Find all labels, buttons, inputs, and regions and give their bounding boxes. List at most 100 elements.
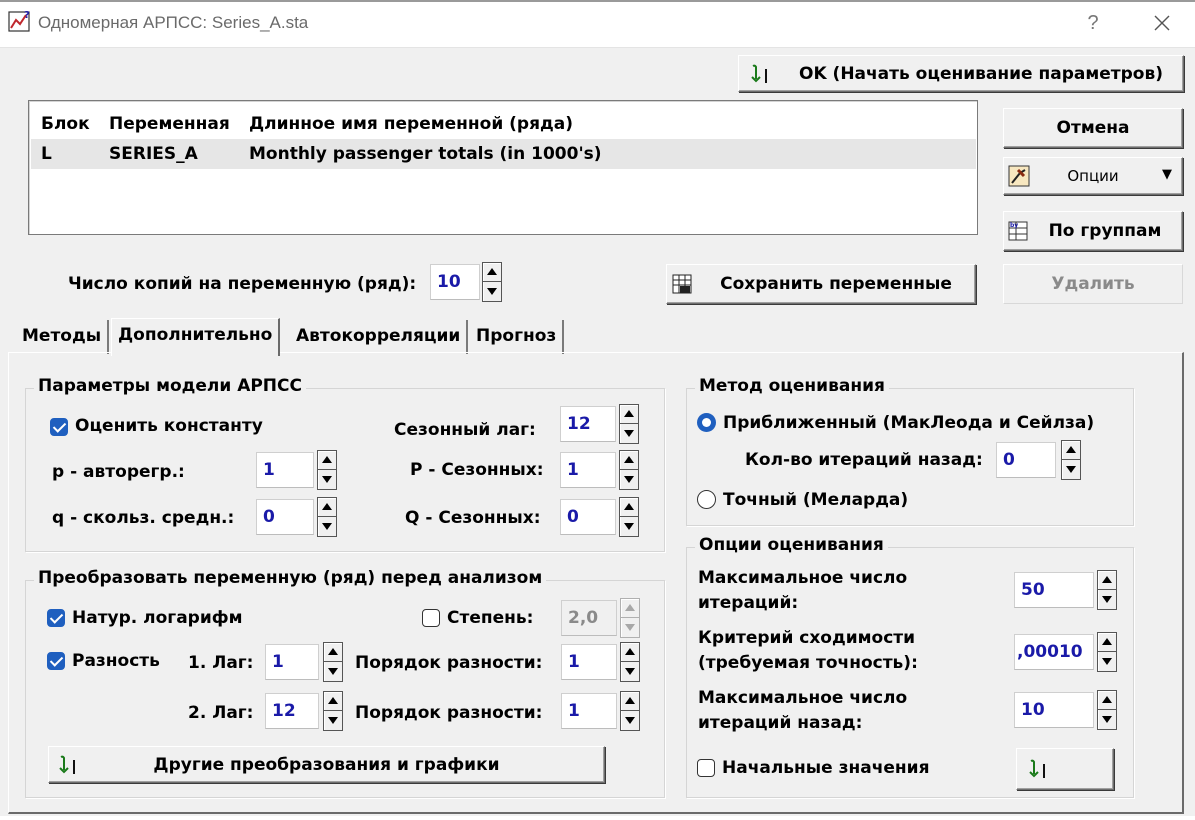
spin-down-icon[interactable] (620, 517, 638, 536)
delete-button[interactable]: Удалить (1003, 264, 1183, 304)
max-iter-input[interactable]: 50 (1014, 572, 1094, 608)
spin-down-icon[interactable] (621, 618, 639, 637)
svg-text:by: by (1010, 222, 1018, 229)
chevron-down-icon: ▼ (1162, 167, 1172, 182)
seasonal-q-input[interactable]: 0 (560, 499, 616, 535)
cell-long-name: Monthly passenger totals (in 1000's) (249, 144, 602, 164)
spin-up-icon[interactable] (620, 498, 638, 517)
order2-input[interactable]: 1 (561, 693, 617, 729)
spin-down-icon[interactable] (318, 517, 336, 536)
spin-down-icon[interactable] (1098, 652, 1116, 671)
convergence-spinner[interactable] (1097, 632, 1117, 672)
save-variables-button[interactable]: Сохранить переменные (666, 264, 976, 304)
cell-variable: SERIES_A (109, 144, 198, 164)
max-backcast-input[interactable]: 10 (1014, 692, 1094, 728)
copies-input[interactable]: 10 (430, 264, 480, 300)
cancel-button[interactable]: Отмена (1003, 108, 1183, 148)
seasonal-lag-spinner[interactable] (619, 404, 639, 444)
backcast-spinner[interactable] (1061, 440, 1081, 480)
seasonal-q-spinner[interactable] (619, 497, 639, 537)
p-spinner[interactable] (317, 450, 337, 490)
p-input[interactable]: 1 (256, 452, 314, 488)
initial-values-button[interactable] (1016, 748, 1114, 790)
spin-down-icon[interactable] (324, 662, 342, 681)
power-spinner[interactable] (620, 598, 640, 638)
q-input[interactable]: 0 (256, 499, 314, 535)
approx-radio[interactable] (697, 413, 716, 432)
order2-spinner[interactable] (620, 691, 640, 731)
max-backcast-spinner[interactable] (1097, 690, 1117, 730)
lag2-spinner[interactable] (323, 691, 343, 731)
options-icon (1008, 165, 1030, 187)
order1-spinner[interactable] (620, 642, 640, 682)
by-groups-button-label: По группам (1048, 221, 1162, 241)
max-iter-spinner[interactable] (1097, 570, 1117, 610)
spin-up-icon[interactable] (1098, 691, 1116, 710)
spin-down-icon[interactable] (620, 470, 638, 489)
spin-down-icon[interactable] (1062, 460, 1080, 479)
spin-up-icon[interactable] (621, 692, 639, 711)
spin-down-icon[interactable] (620, 424, 638, 443)
variables-list[interactable]: Блок Переменная Длинное имя переменной (… (28, 100, 978, 235)
tab-methods[interactable]: Методы (16, 320, 110, 354)
power-input[interactable]: 2,0 (561, 600, 617, 636)
spin-down-icon[interactable] (621, 711, 639, 730)
spin-up-icon[interactable] (621, 599, 639, 618)
spin-up-icon[interactable] (621, 643, 639, 662)
spin-down-icon[interactable] (621, 662, 639, 681)
spin-down-icon[interactable] (318, 470, 336, 489)
convergence-input[interactable]: ,00010 (1014, 634, 1094, 670)
col-header-variable: Переменная (109, 114, 230, 134)
seasonal-p-input[interactable]: 1 (560, 452, 616, 488)
spin-up-icon[interactable] (318, 451, 336, 470)
approx-label: Приближенный (МакЛеода и Сейлза) (723, 413, 1095, 433)
power-checkbox[interactable] (422, 609, 440, 627)
close-icon[interactable] (1145, 8, 1179, 38)
spin-up-icon[interactable] (318, 498, 336, 517)
spin-up-icon[interactable] (620, 451, 638, 470)
help-button[interactable]: ? (1080, 8, 1106, 38)
natural-log-checkbox[interactable] (47, 609, 65, 627)
q-spinner[interactable] (317, 497, 337, 537)
initial-values-checkbox[interactable] (697, 759, 715, 777)
convergence-label-line2: (требуемая точность): (698, 653, 918, 673)
by-groups-button[interactable]: by По группам (1003, 211, 1183, 251)
order2-label: Порядок разности: (355, 703, 543, 723)
tab-forecast[interactable]: Прогноз (470, 320, 565, 354)
spin-up-icon[interactable] (1098, 571, 1116, 590)
seasonal-p-spinner[interactable] (619, 450, 639, 490)
spin-down-icon[interactable] (1098, 590, 1116, 609)
copies-spinner[interactable] (482, 262, 502, 302)
list-item[interactable]: L SERIES_A Monthly passenger totals (in … (31, 139, 976, 169)
lag1-input[interactable]: 1 (265, 644, 319, 680)
seasonal-lag-input[interactable]: 12 (560, 406, 616, 442)
spin-down-icon[interactable] (1098, 710, 1116, 729)
spin-up-icon[interactable] (620, 405, 638, 424)
estimate-constant-checkbox[interactable] (50, 418, 68, 436)
lag2-input[interactable]: 12 (265, 693, 319, 729)
ok-button[interactable]: OK (Начать оценивание параметров) (738, 55, 1184, 92)
tab-autocorrelations[interactable]: Автокорреляции (290, 320, 469, 354)
order1-input[interactable]: 1 (561, 644, 617, 680)
other-transforms-button[interactable]: Другие преобразования и графики (48, 746, 605, 783)
spin-down-icon[interactable] (483, 282, 501, 301)
backcast-input[interactable]: 0 (996, 442, 1056, 478)
spin-up-icon[interactable] (324, 643, 342, 662)
tab-advanced[interactable]: Дополнительно (111, 318, 281, 356)
exact-radio[interactable] (697, 490, 716, 509)
power-label: Степень: (447, 608, 534, 628)
options-dropdown-button[interactable]: Опции ▼ (1003, 157, 1183, 195)
window-top-border (0, 0, 1195, 2)
convergence-label-line1: Критерий сходимости (698, 628, 916, 648)
spin-up-icon[interactable] (1098, 633, 1116, 652)
arima-params-title: Параметры модели АРПСС (34, 376, 306, 396)
lag1-spinner[interactable] (323, 642, 343, 682)
spin-up-icon[interactable] (483, 263, 501, 282)
transform-title: Преобразовать переменную (ряд) перед ана… (34, 568, 547, 588)
app-chart-icon: ? (8, 10, 30, 32)
difference-checkbox[interactable] (47, 652, 65, 670)
spin-down-icon[interactable] (324, 711, 342, 730)
q-label: q - скольз. средн.: (52, 508, 235, 528)
spin-up-icon[interactable] (324, 692, 342, 711)
spin-up-icon[interactable] (1062, 441, 1080, 460)
